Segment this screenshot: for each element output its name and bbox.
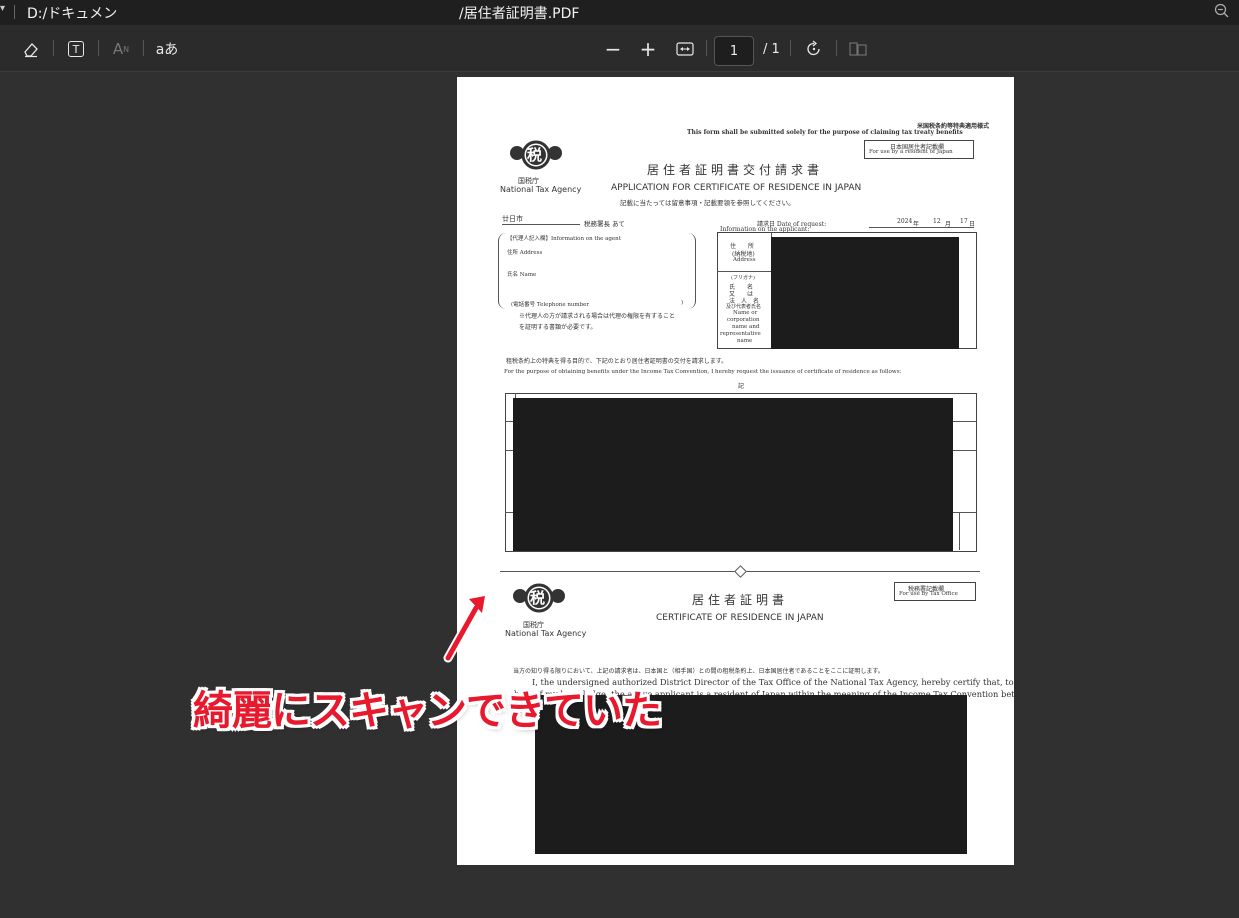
- cert-title-jp: 居住者証明書: [692, 593, 789, 607]
- two-page-view-icon[interactable]: [848, 39, 868, 59]
- header-note-en: This form shall be submitted solely for …: [687, 129, 963, 136]
- title-en: APPLICATION FOR CERTIFICATE OF RESIDENCE…: [611, 183, 862, 193]
- cert-text-jp: 当方の知り得る限りにおいて、上記の請求者は、日本国と（相手国）との間の租税条約上…: [513, 668, 884, 675]
- tax-office-box: 税務署記載欄 For use by Tax Office: [894, 582, 976, 601]
- rotate-icon[interactable]: [804, 39, 824, 59]
- request-day: 17: [960, 218, 968, 225]
- language-button[interactable]: aあ: [155, 39, 179, 59]
- name-label4: 及び代表者氏名: [726, 304, 762, 310]
- cert-title-en: CERTIFICATE OF RESIDENCE IN JAPAN: [656, 613, 824, 623]
- divider: [869, 227, 974, 228]
- page-number-input[interactable]: 1: [714, 36, 754, 66]
- divider: [959, 512, 960, 550]
- divider: [502, 224, 580, 225]
- redaction-block: [771, 237, 959, 349]
- resident-box: 日本国居住者記載欄 For use by a resident of Japan: [864, 140, 974, 159]
- page-total: / 1: [763, 42, 780, 57]
- purpose-jp: 租税条約上の特典を得る目的で、下記のとおり居住者証明書の交付を請求します。: [506, 358, 728, 365]
- address-label-en: Address: [733, 257, 756, 263]
- divider: [836, 40, 837, 56]
- pdf-page: 米国税条約等特典適用様式 This form shall be submitte…: [457, 77, 1014, 865]
- agency-en: National Tax Agency: [505, 629, 587, 638]
- agent-note2: を証明する書類が必要です。: [519, 324, 597, 331]
- text-size-button[interactable]: AN: [111, 39, 131, 59]
- divider: [143, 40, 144, 56]
- red-arrow-icon: [443, 592, 488, 663]
- eraser-icon[interactable]: [21, 39, 41, 59]
- divider: [706, 40, 707, 56]
- logo-char: 税: [527, 146, 543, 164]
- text-size-sup: N: [123, 44, 130, 54]
- divider: [53, 40, 54, 56]
- name-label-en1: Name or: [733, 310, 758, 316]
- divider: [790, 40, 791, 56]
- month-label: 月: [945, 221, 952, 228]
- divider: [98, 40, 99, 56]
- logo-char: 税: [530, 589, 546, 607]
- agent-phone: (電話番号 Telephone number: [511, 302, 590, 308]
- day-label: 日: [969, 221, 976, 228]
- agent-info: 【代理人記入欄】Information on the agent: [507, 236, 621, 242]
- zoom-in-button[interactable]: +: [638, 37, 658, 61]
- redaction-block: [513, 398, 953, 551]
- pdf-toolbar: T AN aあ − + 1 / 1: [0, 25, 1239, 72]
- file-name: /居住者証明書.PDF: [459, 6, 580, 22]
- chevron-icon[interactable]: ▾: [0, 3, 5, 14]
- divider: [14, 5, 15, 19]
- name-label-en2: corporation: [727, 317, 760, 323]
- request-month: 12: [933, 218, 941, 225]
- instruction: 記載に当たっては留意事項・記載要領を参照してください。: [620, 199, 795, 207]
- text-size-label: A: [112, 40, 124, 58]
- name-label-en4: representative: [720, 331, 761, 337]
- agent-note1: ※代理人の方が請求される場合は代理の権限を有すること: [519, 313, 676, 320]
- diamond-icon: [734, 565, 747, 578]
- text-tool-label: T: [68, 41, 84, 57]
- title-bar: ▾ D:/ドキュメン /居住者証明書.PDF: [0, 0, 1239, 25]
- name-label-en3: name and: [732, 324, 760, 330]
- file-path: D:/ドキュメン: [27, 6, 118, 22]
- annotation-caption: 綺麗にスキャンできていた: [193, 688, 662, 734]
- title-jp: 居住者証明書交付請求書: [647, 163, 824, 177]
- fit-width-icon[interactable]: [675, 39, 695, 59]
- purpose-en: For the purpose of obtaining benefits un…: [504, 369, 902, 375]
- agent-address: 住所 Address: [507, 250, 543, 256]
- request-year: 2024: [897, 218, 913, 225]
- furigana: (フリガナ): [731, 275, 755, 281]
- resident-box-line2: For use by a resident of Japan: [869, 149, 953, 155]
- nta-logo: 税: [507, 137, 565, 173]
- year-label: 年: [913, 221, 920, 228]
- search-icon[interactable]: [1213, 2, 1231, 20]
- name-label-en5: name: [737, 338, 753, 344]
- office-name: 廿日市: [502, 215, 523, 223]
- text-box-button[interactable]: T: [66, 39, 86, 59]
- ki-label: 記: [738, 383, 745, 390]
- agent-name: 氏名 Name: [507, 272, 537, 278]
- zoom-out-button[interactable]: −: [603, 37, 623, 61]
- tax-office-box-line2: For use by Tax Office: [899, 591, 958, 597]
- agent-phone-close: ): [681, 300, 684, 306]
- agency-en: National Tax Agency: [500, 185, 582, 194]
- divider: [717, 271, 772, 272]
- office-suffix: 税務署長 あて: [584, 220, 625, 228]
- nta-logo: 税: [510, 580, 568, 616]
